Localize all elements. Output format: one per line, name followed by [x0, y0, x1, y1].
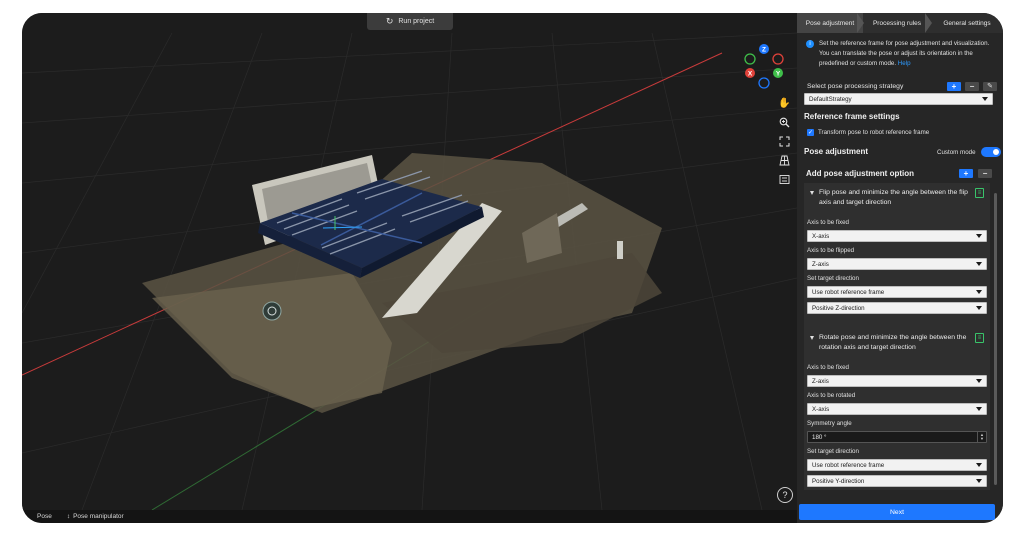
strategy-value: DefaultStrategy [809, 95, 852, 103]
add-strategy-button[interactable]: + [947, 81, 961, 91]
rotate-direction-value: Positive Y-direction [812, 477, 865, 485]
chevron-down-icon [976, 290, 982, 294]
flip-fixed-axis-value: X-axis [812, 232, 830, 240]
run-project-button[interactable]: ↻ Run project [367, 13, 453, 30]
chevron-down-icon [982, 97, 988, 101]
flip-fixed-axis-select[interactable]: X-axis [807, 230, 987, 242]
info-text-block: Set the reference frame for pose adjustm… [819, 39, 995, 73]
fit-view-icon[interactable] [777, 134, 792, 148]
3d-viewport[interactable]: ↻ Run project Z X Y ✋ ? [22, 13, 797, 510]
pencil-icon: ✎ [987, 83, 993, 90]
chevron-down-icon [976, 379, 982, 383]
strategy-label: Select pose processing strategy [807, 82, 904, 90]
display-settings-icon[interactable] [777, 172, 792, 186]
rotate-rotated-axis-value: X-axis [812, 405, 830, 413]
step-tabs: Pose adjustment Processing rules General… [797, 13, 1003, 33]
axis-z-label: Z [762, 47, 766, 54]
strategy-dropdown[interactable]: DefaultStrategy [804, 93, 993, 105]
status-bar: Pose ↕ Pose manipulator [22, 510, 797, 523]
hand-icon[interactable]: ✋ [777, 96, 792, 110]
edit-strategy-button[interactable]: ✎ [983, 81, 997, 91]
info-icon: i [806, 40, 814, 48]
add-option-button[interactable]: + [959, 169, 973, 178]
rotate-reference-frame-select[interactable]: Use robot reference frame [807, 459, 987, 471]
manipulator-icon: ↕ [66, 513, 71, 520]
strategy-row: Select pose processing strategy + − ✎ [797, 79, 1003, 93]
flip-flipped-axis-value: Z-axis [812, 260, 829, 268]
chevron-down-icon [976, 463, 982, 467]
tab-processing-rules-label: Processing rules [872, 19, 922, 27]
help-link[interactable]: Help [898, 60, 911, 67]
next-button[interactable]: Next [799, 504, 995, 520]
info-box: i Set the reference frame for pose adjus… [797, 33, 1003, 73]
perspective-icon[interactable] [777, 153, 792, 167]
tab-processing-rules[interactable]: Processing rules [863, 13, 932, 33]
help-button[interactable]: ? [777, 487, 793, 503]
symmetry-angle-input[interactable]: 180 ° ▲ ▼ [807, 431, 987, 443]
status-pose-manipulator-label: Pose manipulator [73, 513, 124, 520]
zoom-icon[interactable] [777, 115, 792, 129]
flip-flipped-axis-select[interactable]: Z-axis [807, 258, 987, 270]
status-pose-manipulator[interactable]: ↕ Pose manipulator [67, 513, 124, 520]
rotate-reference-frame-value: Use robot reference frame [812, 461, 885, 469]
rotate-rotated-axis-select[interactable]: X-axis [807, 403, 987, 415]
chevron-down-icon [976, 479, 982, 483]
tab-general-settings[interactable]: General settings [931, 13, 1003, 33]
flip-direction-select[interactable]: Positive Z-direction [807, 302, 987, 314]
chevron-down-icon [976, 262, 982, 266]
axis-y-label: Y [776, 71, 781, 78]
spinner-arrows-icon[interactable]: ▲ ▼ [977, 432, 986, 442]
remove-strategy-button[interactable]: − [965, 81, 979, 91]
axis-x-label: X [748, 71, 753, 78]
run-project-label: Run project [398, 18, 435, 25]
tab-general-settings-label: General settings [943, 19, 991, 27]
remove-option-button[interactable]: − [978, 169, 992, 178]
custom-mode-toggle[interactable] [980, 147, 1001, 157]
tab-pose-adjustment-label: Pose adjustment [805, 19, 855, 27]
chevron-down-icon [976, 306, 982, 310]
tab-pose-adjustment[interactable]: Pose adjustment [797, 13, 864, 33]
flip-direction-value: Positive Z-direction [812, 304, 865, 312]
symmetry-angle-value: 180 ° [812, 433, 827, 441]
rotate-fixed-axis-select[interactable]: Z-axis [807, 375, 987, 387]
rotate-fixed-axis-value: Z-axis [812, 377, 829, 385]
rotate-direction-select[interactable]: Positive Y-direction [807, 475, 987, 487]
chevron-down-icon [976, 407, 982, 411]
flip-reference-frame-select[interactable]: Use robot reference frame [807, 286, 987, 298]
chevron-down-icon [976, 234, 982, 238]
flip-reference-frame-value: Use robot reference frame [812, 288, 885, 296]
axis-gizmo[interactable]: Z X Y [740, 41, 788, 89]
status-pose[interactable]: Pose [37, 513, 52, 520]
point-cloud-scene [22, 32, 797, 510]
view-toolbar: ✋ [777, 96, 792, 186]
refresh-icon: ↻ [385, 16, 394, 26]
